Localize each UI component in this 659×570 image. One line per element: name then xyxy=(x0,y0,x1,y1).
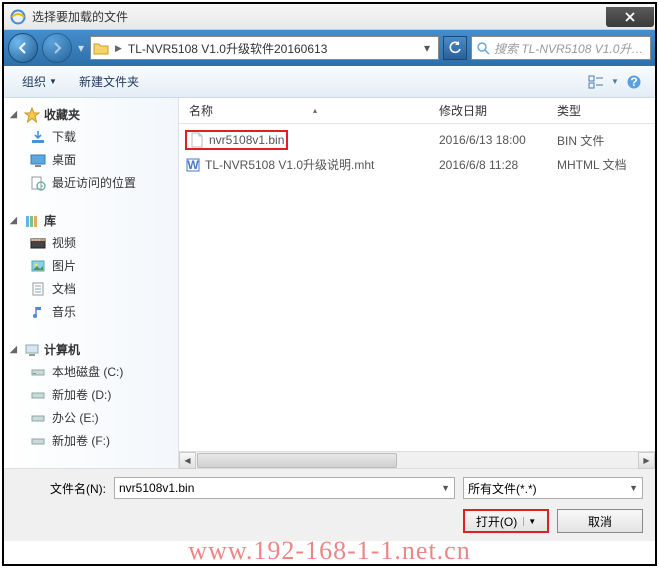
help-button[interactable]: ? xyxy=(623,71,645,93)
file-type: BIN 文件 xyxy=(557,132,637,149)
horizontal-scrollbar[interactable]: ◀ ▶ xyxy=(179,451,655,468)
sidebar-item-drive-f[interactable]: 新加卷 (F:) xyxy=(6,429,176,452)
file-icon xyxy=(189,132,205,148)
svg-text:?: ? xyxy=(630,75,637,89)
scroll-thumb[interactable] xyxy=(197,453,397,468)
view-options-button[interactable] xyxy=(585,71,607,93)
sidebar-item-documents[interactable]: 文档 xyxy=(6,277,176,300)
sidebar-item-downloads[interactable]: 下载 xyxy=(6,125,176,148)
sidebar-item-recent[interactable]: 最近访问的位置 xyxy=(6,171,176,194)
music-icon xyxy=(30,304,46,320)
sidebar-item-drive-d[interactable]: 新加卷 (D:) xyxy=(6,383,176,406)
chevron-down-icon[interactable]: ▼ xyxy=(523,517,536,526)
scroll-left-icon[interactable]: ◀ xyxy=(179,452,196,469)
caret-icon: ◢ xyxy=(10,109,20,120)
file-row[interactable]: nvr5108v1.bin 2016/6/13 18:00 BIN 文件 xyxy=(179,127,655,153)
view-dropdown[interactable]: ▼ xyxy=(609,71,621,93)
folder-icon xyxy=(93,41,109,55)
caret-icon: ◢ xyxy=(10,215,20,226)
titlebar: 选择要加载的文件 xyxy=(4,4,655,30)
sidebar: ◢ 收藏夹 下载 桌面 最近访问的位置 ◢ 库 视频 图片 文档 音乐 xyxy=(4,98,179,468)
video-icon xyxy=(30,235,46,251)
file-row[interactable]: W TL-NVR5108 V1.0升级说明.mht 2016/6/8 11:28… xyxy=(179,153,655,176)
refresh-button[interactable] xyxy=(443,36,467,60)
column-date[interactable]: 修改日期 xyxy=(439,102,557,119)
navbar: ▾ ▶ TL-NVR5108 V1.0升级软件20160613 ▾ 搜索 TL-… xyxy=(4,30,655,66)
sidebar-libraries-header[interactable]: ◢ 库 xyxy=(6,210,176,231)
breadcrumb[interactable]: ▶ TL-NVR5108 V1.0升级软件20160613 ▾ xyxy=(90,36,439,60)
library-icon xyxy=(24,213,40,229)
chevron-down-icon: ▼ xyxy=(49,77,57,86)
toolbar: 组织 ▼ 新建文件夹 ▼ ? xyxy=(4,66,655,98)
computer-icon xyxy=(24,342,40,358)
sidebar-item-drive-c[interactable]: 本地磁盘 (C:) xyxy=(6,360,176,383)
file-type: MHTML 文档 xyxy=(557,156,637,173)
column-headers: 名称▴ 修改日期 类型 xyxy=(179,98,655,124)
recent-icon xyxy=(30,175,46,191)
cancel-button[interactable]: 取消 xyxy=(557,509,643,533)
file-list: 名称▴ 修改日期 类型 nvr5108v1.bin 2016/6/13 18:0… xyxy=(179,98,655,468)
sidebar-item-drive-e[interactable]: 办公 (E:) xyxy=(6,406,176,429)
sidebar-computer: ◢ 计算机 本地磁盘 (C:) 新加卷 (D:) 办公 (E:) 新加卷 (F:… xyxy=(6,339,176,452)
column-name[interactable]: 名称▴ xyxy=(179,102,439,119)
sidebar-libraries: ◢ 库 视频 图片 文档 音乐 xyxy=(6,210,176,323)
picture-icon xyxy=(30,258,46,274)
sidebar-item-music[interactable]: 音乐 xyxy=(6,300,176,323)
drive-icon xyxy=(30,433,46,449)
sidebar-favorites: ◢ 收藏夹 下载 桌面 最近访问的位置 xyxy=(6,104,176,194)
filename-label: 文件名(N): xyxy=(16,480,106,497)
file-date: 2016/6/13 18:00 xyxy=(439,133,557,147)
open-button[interactable]: 打开(O) ▼ xyxy=(463,509,549,533)
column-type[interactable]: 类型 xyxy=(557,102,637,119)
filetype-filter[interactable]: 所有文件(*.*) ▼ xyxy=(463,477,643,499)
svg-text:W: W xyxy=(187,158,199,172)
sidebar-item-videos[interactable]: 视频 xyxy=(6,231,176,254)
organize-menu[interactable]: 组织 ▼ xyxy=(14,70,65,93)
mht-icon: W xyxy=(185,157,201,173)
sidebar-computer-header[interactable]: ◢ 计算机 xyxy=(6,339,176,360)
back-button[interactable] xyxy=(8,33,38,63)
nav-dropdown[interactable]: ▾ xyxy=(76,38,86,58)
caret-icon: ◢ xyxy=(10,344,20,355)
file-name: nvr5108v1.bin xyxy=(209,133,284,147)
star-icon xyxy=(24,107,40,123)
document-icon xyxy=(30,281,46,297)
drive-icon xyxy=(30,410,46,426)
sidebar-item-pictures[interactable]: 图片 xyxy=(6,254,176,277)
bottom-panel: 文件名(N): nvr5108v1.bin ▼ 所有文件(*.*) ▼ 打开(O… xyxy=(4,468,655,541)
window-title: 选择要加载的文件 xyxy=(32,8,606,25)
search-icon xyxy=(476,41,490,55)
new-folder-button[interactable]: 新建文件夹 xyxy=(71,70,147,93)
drive-icon xyxy=(30,387,46,403)
search-placeholder: 搜索 TL-NVR5108 V1.0升级... xyxy=(494,40,646,57)
chevron-down-icon[interactable]: ▼ xyxy=(629,483,638,493)
search-input[interactable]: 搜索 TL-NVR5108 V1.0升级... xyxy=(471,36,651,60)
breadcrumb-path: TL-NVR5108 V1.0升级软件20160613 xyxy=(128,40,414,57)
sidebar-item-desktop[interactable]: 桌面 xyxy=(6,148,176,171)
forward-button[interactable] xyxy=(42,33,72,63)
download-icon xyxy=(30,129,46,145)
sort-icon: ▴ xyxy=(313,106,317,115)
desktop-icon xyxy=(30,152,46,168)
drive-icon xyxy=(30,364,46,380)
breadcrumb-dropdown[interactable]: ▾ xyxy=(418,41,436,55)
ie-icon xyxy=(10,9,26,25)
sidebar-favorites-header[interactable]: ◢ 收藏夹 xyxy=(6,104,176,125)
file-date: 2016/6/8 11:28 xyxy=(439,158,557,172)
scroll-right-icon[interactable]: ▶ xyxy=(638,452,655,469)
chevron-down-icon[interactable]: ▼ xyxy=(441,483,450,493)
chevron-right-icon: ▶ xyxy=(113,43,124,54)
close-button[interactable] xyxy=(606,7,654,27)
file-name: TL-NVR5108 V1.0升级说明.mht xyxy=(205,156,374,173)
filename-input[interactable]: nvr5108v1.bin ▼ xyxy=(114,477,455,499)
